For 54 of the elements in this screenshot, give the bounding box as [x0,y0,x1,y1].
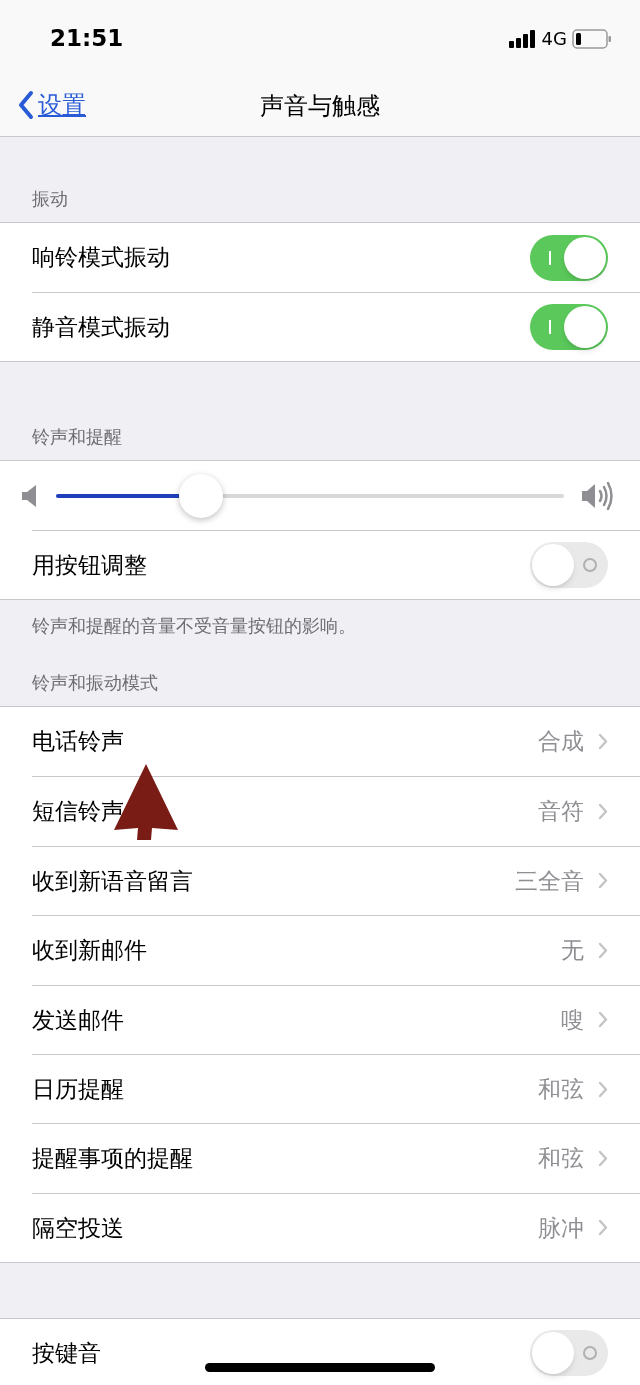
setting-label: 响铃模式振动 [32,243,170,273]
setting-value: 和弦 [538,1144,584,1174]
signal-icon [508,29,537,48]
setting-value: 三全音 [515,866,584,896]
slider-thumb[interactable] [178,473,223,518]
battery-icon [572,28,612,49]
settings-row[interactable]: 发送邮件 嗖 [32,984,640,1054]
setting-value: 合成 [538,727,584,757]
chevron-icon [598,1011,608,1029]
setting-label: 静音模式振动 [32,312,170,342]
back-chevron-icon [18,90,34,120]
volume-high-icon [582,480,616,511]
settings-row[interactable]: 日历提醒 和弦 [32,1053,640,1124]
setting-value: 脉冲 [538,1213,584,1243]
setting-label: 日历提醒 [32,1074,124,1104]
setting-label: 收到新语音留言 [32,866,193,896]
setting-label: 提醒事项的提醒 [32,1144,193,1174]
setting-label: 用按钮调整 [32,550,147,580]
settings-row[interactable]: 提醒事项的提醒 和弦 [32,1123,640,1193]
chevron-icon [598,803,608,821]
network-label: 4G [541,27,567,51]
section-header: 铃声和提醒 [32,425,122,449]
setting-label: 收到新邮件 [32,936,147,966]
chevron-icon [598,941,608,959]
settings-row[interactable]: 收到新语音留言 三全音 [32,845,640,916]
chevron-icon [598,1080,608,1098]
setting-label: 短信铃声 [32,797,124,827]
setting-value: 音符 [538,797,584,827]
chevron-icon [598,1150,608,1168]
chevron-icon [598,1219,608,1237]
chevron-icon [598,733,608,751]
setting-value: 无 [561,936,584,966]
back-button[interactable]: 设置 [18,87,86,123]
section-header: 振动 [32,187,68,211]
settings-row[interactable]: 电话铃声 合成 [32,707,640,777]
volume-slider[interactable] [56,473,564,518]
setting-label: 发送邮件 [32,1005,124,1035]
toggle-switch[interactable] [530,304,608,350]
volume-low-icon [22,483,38,508]
setting-value: 嗖 [561,1005,584,1035]
section-header: 铃声和振动模式 [32,671,158,695]
section-footer: 铃声和提醒的音量不受音量按钮的影响。 [32,615,356,636]
setting-label: 隔空投送 [32,1213,124,1243]
settings-row[interactable]: 收到新邮件 无 [32,915,640,985]
setting-label: 电话铃声 [32,727,124,757]
setting-label: 按键音 [32,1338,101,1368]
setting-value: 和弦 [538,1074,584,1104]
page-title: 声音与触感 [260,90,380,122]
toggle-switch[interactable] [530,542,608,588]
status-time: 21:51 [50,24,124,54]
toggle-switch[interactable] [530,1330,608,1377]
toggle-switch[interactable] [530,234,608,281]
chevron-icon [598,872,608,890]
settings-row[interactable]: 隔空投送 脉冲 [32,1192,640,1263]
